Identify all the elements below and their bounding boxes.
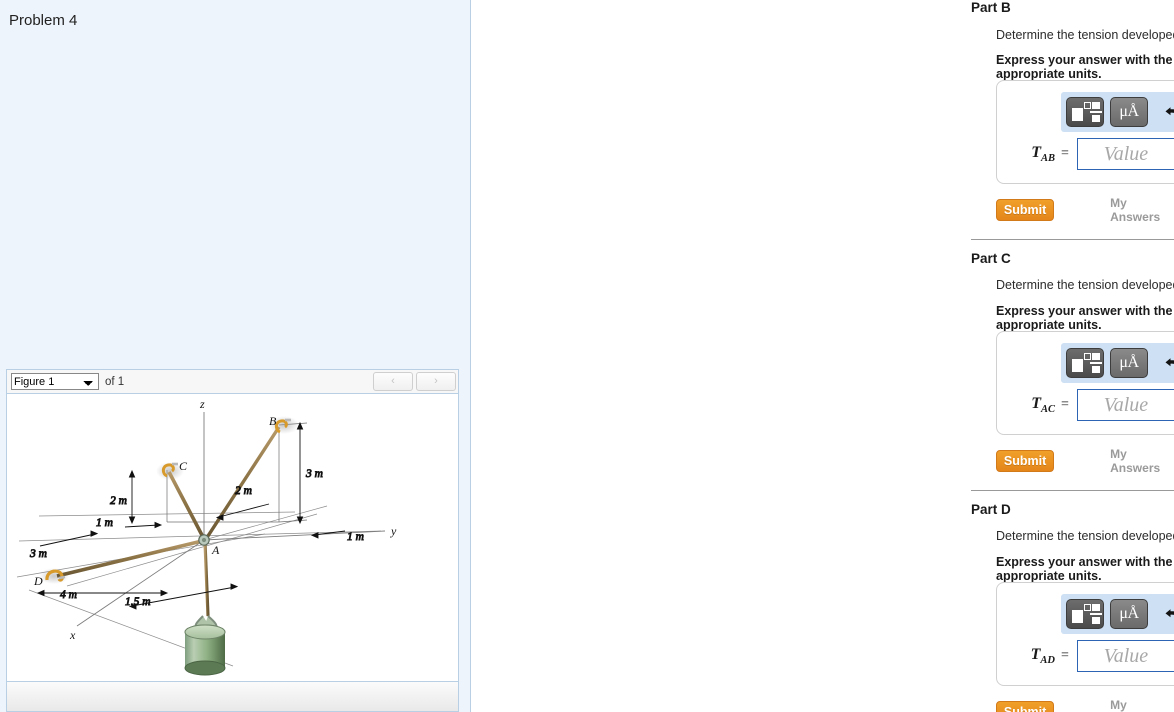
math-template-icon xyxy=(1072,102,1102,122)
answer-toolbar: μÅ xyxy=(1061,92,1174,132)
answer-box: μÅ xyxy=(996,582,1174,686)
axis-label-x: x xyxy=(69,628,76,642)
answer-variable-subscript: AB xyxy=(1040,153,1055,165)
my-answers-link[interactable]: My Answers xyxy=(1110,698,1165,712)
answer-variable-label: TAC xyxy=(1031,394,1055,416)
figure-widget: Figure 1 of 1 ‹ › z y x A B C D 3 m 2 m … xyxy=(6,369,459,712)
equals-sign: = xyxy=(1061,146,1069,161)
part-prompt: Determine the tension developed in cable… xyxy=(996,529,1174,543)
submit-row: Submit My Answers Give Up xyxy=(996,447,1174,475)
statics-cable-diagram: z y x A B C D 3 m 2 m 2 m 1 m 1 m 3 m 4 … xyxy=(16,397,397,676)
dim-label-3m-left: 3 m xyxy=(29,548,47,560)
answer-variable-subscript: AC xyxy=(1040,404,1055,416)
dim-label-2m-left: 2 m xyxy=(110,495,127,507)
answer-variable-label: TAD xyxy=(1030,645,1055,667)
units-button[interactable]: μÅ xyxy=(1110,599,1148,629)
value-placeholder: Value xyxy=(1103,393,1149,416)
math-template-icon xyxy=(1072,604,1102,624)
point-label-D: D xyxy=(33,574,43,588)
dim-label-4m: 4 m xyxy=(60,589,77,601)
answer-box: μÅ xyxy=(996,331,1174,435)
submit-row: Submit My Answers Give Up xyxy=(996,196,1174,224)
equals-sign: = xyxy=(1061,397,1069,412)
dim-label-1_5m: 1.5 m xyxy=(125,596,151,608)
value-placeholder: Value xyxy=(1103,142,1149,165)
dim-label-1m-left: 1 m xyxy=(96,517,113,529)
math-template-button[interactable] xyxy=(1066,348,1104,378)
math-template-button[interactable] xyxy=(1066,97,1104,127)
axis-label-y: y xyxy=(390,524,397,538)
answer-box: μÅ xyxy=(996,80,1174,184)
submit-button[interactable]: Submit xyxy=(996,199,1055,221)
equals-sign: = xyxy=(1061,648,1069,663)
point-label-A: A xyxy=(211,543,220,557)
math-template-button[interactable] xyxy=(1066,599,1104,629)
axis-label-z: z xyxy=(199,397,205,411)
answer-input-row: TAD = Value Units xyxy=(1005,640,1174,672)
units-button[interactable]: μÅ xyxy=(1110,97,1148,127)
answer-toolbar: μÅ xyxy=(1061,594,1174,634)
part-heading: Part C xyxy=(971,251,1011,266)
part-prompt: Determine the tension developed in cable… xyxy=(996,27,1174,43)
undo-icon[interactable] xyxy=(1154,599,1174,629)
value-input[interactable]: Value xyxy=(1076,640,1174,672)
prompt-text-pre: Determine the tension developed in cable xyxy=(996,529,1174,543)
undo-icon[interactable] xyxy=(1154,348,1174,378)
figure-select[interactable]: Figure 1 xyxy=(11,373,99,390)
prompt-text-pre: Determine the tension developed in cable xyxy=(996,278,1174,292)
part-instruction: Express your answer with the appropriate… xyxy=(996,53,1173,81)
figure-prev-button[interactable]: ‹ xyxy=(373,372,413,391)
submit-row: Submit My Answers Give Up xyxy=(996,698,1174,712)
section-divider xyxy=(971,490,1174,491)
part-prompt: Determine the tension developed in cable… xyxy=(996,278,1174,292)
part-instruction: Express your answer with the appropriate… xyxy=(996,304,1173,332)
units-icon-label: μÅ xyxy=(1119,103,1139,120)
dim-label-2m-diag: 2 m xyxy=(235,485,252,497)
figure-toolbar: Figure 1 of 1 ‹ › xyxy=(7,370,458,394)
value-placeholder: Value xyxy=(1103,644,1149,667)
math-template-icon xyxy=(1072,353,1102,373)
answer-variable-label: TAB xyxy=(1031,143,1055,165)
submit-button[interactable]: Submit xyxy=(996,450,1055,472)
part-instruction: Express your answer with the appropriate… xyxy=(996,555,1173,583)
submit-button[interactable]: Submit xyxy=(996,701,1055,712)
units-icon-label: μÅ xyxy=(1119,354,1139,371)
units-button[interactable]: μÅ xyxy=(1110,348,1148,378)
point-label-B: B xyxy=(269,414,277,428)
page-root: Problem 4 Figure 1 of 1 ‹ › z y x A B C … xyxy=(0,0,1174,712)
undo-icon[interactable] xyxy=(1154,97,1174,127)
point-label-C: C xyxy=(179,459,188,473)
answer-input-row: TAC = Value Units xyxy=(1005,389,1174,421)
answer-right-panel: Part B Determine the tension developed i… xyxy=(471,0,1174,712)
my-answers-link[interactable]: My Answers xyxy=(1110,447,1165,475)
problem-left-panel: Problem 4 Figure 1 of 1 ‹ › z y x A B C … xyxy=(0,0,471,712)
figure-image-area: z y x A B C D 3 m 2 m 2 m 1 m 1 m 3 m 4 … xyxy=(7,394,458,681)
value-input[interactable]: Value xyxy=(1076,138,1174,170)
my-answers-link[interactable]: My Answers xyxy=(1110,196,1165,224)
section-divider xyxy=(971,239,1174,240)
value-input[interactable]: Value xyxy=(1076,389,1174,421)
part-heading: Part D xyxy=(971,502,1011,517)
page-title: Problem 4 xyxy=(9,12,78,29)
answer-variable-subscript: AD xyxy=(1040,655,1055,667)
dim-label-1m-right: 1 m xyxy=(347,531,364,543)
part-heading: Part B xyxy=(971,0,1011,15)
answer-input-row: TAB = Value Units xyxy=(1005,138,1174,170)
figure-footer-bar xyxy=(7,681,458,711)
figure-next-button[interactable]: › xyxy=(416,372,456,391)
figure-nav: ‹ › xyxy=(373,372,456,391)
cylinder-load xyxy=(184,615,226,676)
prompt-text-pre: Determine the tension developed in cable xyxy=(996,28,1174,42)
dim-label-3m-right: 3 m xyxy=(305,468,323,480)
answer-toolbar: μÅ xyxy=(1061,343,1174,383)
figure-count-label: of 1 xyxy=(105,375,125,388)
units-icon-label: μÅ xyxy=(1119,605,1139,622)
